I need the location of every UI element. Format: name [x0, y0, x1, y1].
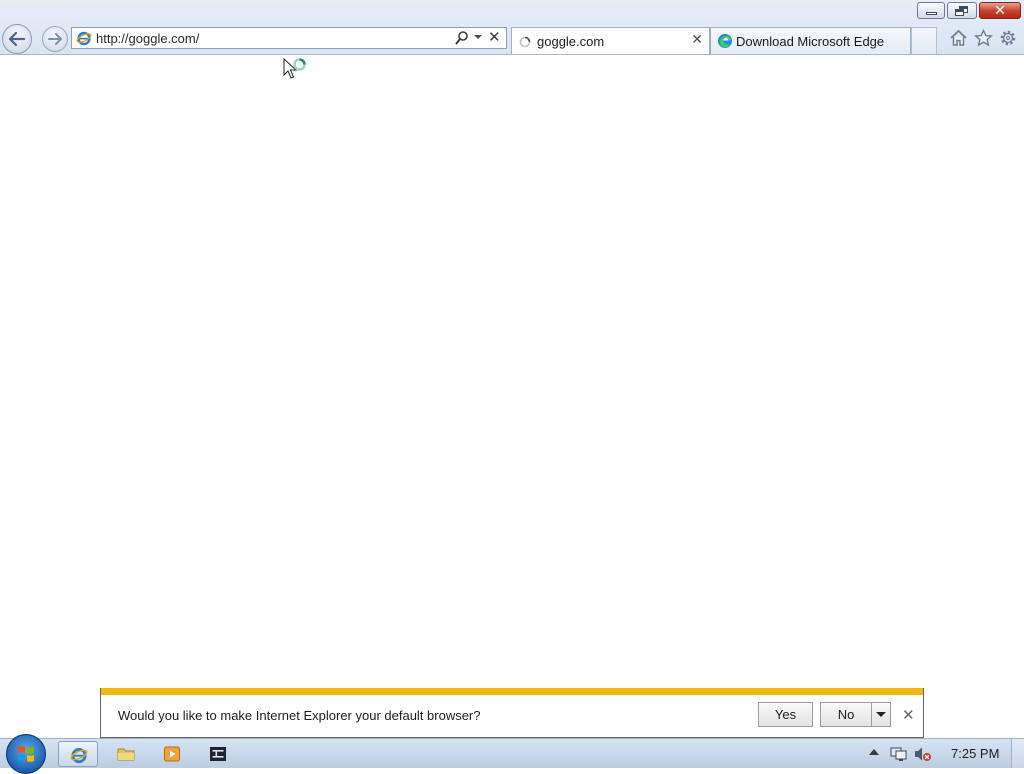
- taskbar-file-explorer[interactable]: [106, 741, 146, 767]
- star-icon[interactable]: [974, 29, 993, 47]
- terminal-icon: [210, 747, 226, 761]
- chevron-down-icon: [876, 712, 886, 717]
- taskbar-clock[interactable]: 7:25 PM: [951, 746, 999, 761]
- minimize-icon: [925, 11, 937, 15]
- taskbar-internet-explorer[interactable]: [58, 741, 98, 767]
- close-icon: ✕: [994, 2, 1006, 19]
- tab-goggle[interactable]: goggle.com ✕: [511, 27, 710, 54]
- minimize-button[interactable]: [917, 2, 945, 19]
- close-icon[interactable]: ✕: [902, 706, 915, 724]
- media-player-icon: [164, 746, 180, 762]
- start-button[interactable]: [6, 734, 46, 774]
- notification-accent: [101, 688, 923, 695]
- close-icon[interactable]: ✕: [691, 32, 703, 48]
- page-content[interactable]: [0, 55, 1024, 688]
- close-icon[interactable]: ✕: [488, 28, 501, 46]
- notification-message: Would you like to make Internet Explorer…: [118, 708, 481, 723]
- no-button[interactable]: No: [820, 702, 872, 727]
- gear-icon[interactable]: [999, 29, 1017, 47]
- tab-title: Download Microsoft Edge: [736, 34, 885, 49]
- network-icon[interactable]: [890, 746, 908, 762]
- url-text: http://goggle.com/: [96, 31, 200, 46]
- internet-explorer-icon: [70, 748, 88, 764]
- taskbar-media-player[interactable]: [152, 741, 192, 767]
- forward-button[interactable]: [42, 26, 68, 52]
- show-desktop-button[interactable]: [1011, 739, 1024, 768]
- tab-download-edge[interactable]: Download Microsoft Edge: [710, 27, 911, 54]
- search-icon[interactable]: [454, 30, 470, 46]
- default-browser-notification: Would you like to make Internet Explorer…: [100, 688, 924, 738]
- close-window-button[interactable]: ✕: [979, 2, 1021, 19]
- forward-arrow-icon: [48, 33, 62, 45]
- new-tab-button[interactable]: [911, 27, 937, 54]
- folder-icon: [117, 748, 135, 761]
- show-hidden-icons-icon[interactable]: [869, 749, 879, 755]
- restore-icon: [955, 5, 969, 16]
- busy-cursor-icon: [283, 58, 306, 79]
- volume-muted-icon[interactable]: [914, 746, 932, 762]
- back-button[interactable]: [2, 24, 32, 54]
- restore-button[interactable]: [947, 2, 977, 19]
- back-arrow-icon: [8, 32, 26, 46]
- tab-title: goggle.com: [537, 34, 605, 49]
- loading-spinner-icon: [519, 36, 531, 48]
- address-dropdown-icon[interactable]: [474, 35, 482, 39]
- address-bar[interactable]: http://goggle.com/ ✕: [71, 27, 507, 49]
- no-options-dropdown[interactable]: [872, 702, 891, 727]
- yes-button[interactable]: Yes: [758, 702, 813, 727]
- internet-explorer-icon: [76, 31, 92, 46]
- taskbar-terminal[interactable]: [198, 741, 238, 767]
- window-controls: ✕: [915, 2, 1021, 19]
- browser-chrome: ✕ http://goggle.com/ ✕ goggle.com ✕ Down…: [0, 0, 1024, 55]
- home-icon[interactable]: [949, 29, 968, 47]
- windows-logo-icon: [18, 746, 34, 762]
- edge-icon: [718, 34, 732, 48]
- taskbar: 7:25 PM: [0, 734, 1024, 774]
